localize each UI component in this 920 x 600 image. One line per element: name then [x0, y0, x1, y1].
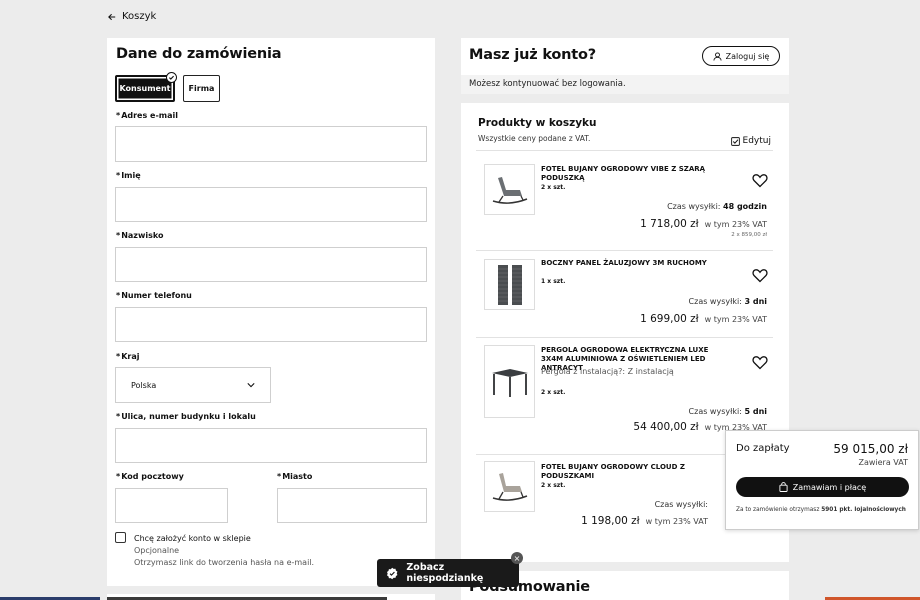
product-qty: 2 x szt. [541, 482, 566, 489]
rocking-chair-image [492, 176, 527, 204]
login-label: Zaloguj się [725, 51, 770, 61]
create-account-label: Chcę założyć konto w sklepie [134, 534, 251, 543]
shopping-bag-icon [779, 482, 788, 492]
order-details-panel: Dane do zamówienia Konsument Firma *Adre… [107, 38, 435, 586]
user-icon [713, 51, 722, 61]
phone-label: *Numer telefonu [116, 291, 192, 300]
product-price: 1 718,00 zł w tym 23% VAT [640, 218, 767, 230]
product-qty: 2 x szt. [541, 389, 566, 396]
shipping-time: Czas wysyłki: 5 dni [688, 407, 767, 416]
product-name[interactable]: FOTEL BUJANY OGRODOWY VIBE Z SZARĄ PODUS… [541, 165, 731, 183]
shipping-time: Czas wysyłki: 48 godzin [667, 202, 767, 211]
louvre-panel-image [497, 264, 522, 305]
city-input[interactable] [277, 488, 427, 523]
product-option: Pergola z instalacją?: Z instalacją [541, 367, 674, 376]
guest-checkout-note: Możesz kontynuować bez logowania. [461, 75, 789, 94]
create-account-optional: Opcjonalne [134, 546, 180, 555]
back-label: Koszyk [122, 11, 157, 22]
rocking-chair-image [492, 472, 527, 501]
country-select[interactable]: Polska [115, 367, 271, 403]
product-image[interactable] [484, 345, 535, 418]
last-name-input[interactable] [115, 247, 427, 282]
payment-summary-box: Do zapłaty 59 015,00 zł Zawiera VAT Zama… [725, 430, 919, 530]
product-image[interactable] [484, 259, 535, 310]
product-image[interactable] [484, 461, 535, 512]
street-input[interactable] [115, 428, 427, 463]
country-label: *Kraj [116, 352, 140, 361]
close-promo-button[interactable]: × [511, 552, 523, 564]
order-details-title: Dane do zamówienia [116, 46, 282, 62]
amount-due-total: 59 015,00 zł [833, 442, 908, 456]
chevron-down-icon [247, 383, 255, 388]
product-name[interactable]: FOTEL BUJANY OGRODOWY CLOUD Z PODUSZKAMI [541, 463, 731, 481]
customer-type-company[interactable]: Firma [183, 75, 220, 102]
product-price: 1 198,00 zł w tym 23% VAT [581, 515, 708, 527]
selected-check-icon [166, 72, 177, 83]
product-qty: 2 x szt. [541, 184, 566, 191]
city-label: *Miasto [277, 472, 313, 481]
loyalty-points-note: Za to zamówienie otrzymasz 5901 pkt. loj… [736, 507, 906, 513]
amount-due-label: Do zapłaty [736, 443, 790, 454]
vat-included-note: Zawiera VAT [858, 458, 908, 467]
account-panel: Masz już konto? Zaloguj się [461, 38, 789, 75]
checkbox-edit-icon [730, 136, 740, 146]
pergola-image [491, 368, 528, 397]
back-to-cart-link[interactable]: Koszyk [108, 11, 156, 22]
phone-input[interactable] [115, 307, 427, 342]
email-label: *Adres e-mail [116, 111, 178, 120]
edit-cart-button[interactable]: Edytuj [730, 136, 771, 146]
country-value: Polska [131, 380, 157, 390]
create-account-hint: Otrzymasz link do tworzenia hasła na e-m… [134, 558, 315, 567]
product-price: 1 699,00 zł w tym 23% VAT [640, 313, 767, 325]
product-qty: 1 x szt. [541, 278, 566, 285]
wishlist-heart-icon[interactable] [752, 268, 768, 283]
gift-badge-icon [386, 567, 398, 579]
surprise-promo-button[interactable]: Zobacz niespodziankę [377, 559, 519, 587]
last-name-label: *Nazwisko [116, 231, 164, 240]
postal-code-input[interactable] [115, 488, 228, 523]
street-label: *Ulica, numer budynku i lokalu [116, 412, 256, 421]
create-account-checkbox[interactable] [115, 532, 126, 543]
wishlist-heart-icon[interactable] [752, 173, 768, 188]
email-input[interactable] [115, 126, 427, 162]
account-title: Masz już konto? [469, 47, 596, 63]
product-image[interactable] [484, 164, 535, 215]
shipping-time: Czas wysyłki: [654, 500, 708, 509]
edit-label: Edytuj [742, 136, 771, 146]
cart-item: BOCZNY PANEL ŻALUZJOWY 3M RUCHOMY 1 x sz… [476, 250, 773, 337]
first-name-label: *Imię [116, 171, 141, 180]
cart-title: Produkty w koszyku [478, 117, 597, 129]
surprise-label: Zobacz niespodziankę [406, 562, 484, 584]
place-order-button[interactable]: Zamawiam i płacę [736, 477, 909, 497]
login-button[interactable]: Zaloguj się [702, 46, 780, 66]
wishlist-heart-icon[interactable] [752, 355, 768, 370]
arrow-left-icon [108, 13, 116, 20]
postal-code-label: *Kod pocztowy [116, 472, 184, 481]
vat-note: Wszystkie ceny podane z VAT. [478, 134, 591, 143]
first-name-input[interactable] [115, 187, 427, 222]
product-name[interactable]: BOCZNY PANEL ŻALUZJOWY 3M RUCHOMY [541, 259, 731, 268]
place-order-label: Zamawiam i płacę [792, 482, 867, 492]
unit-price: 2 x 859,00 zł [731, 232, 767, 238]
cart-item: FOTEL BUJANY OGRODOWY VIBE Z SZARĄ PODUS… [476, 150, 773, 250]
shipping-time: Czas wysyłki: 3 dni [688, 297, 767, 306]
